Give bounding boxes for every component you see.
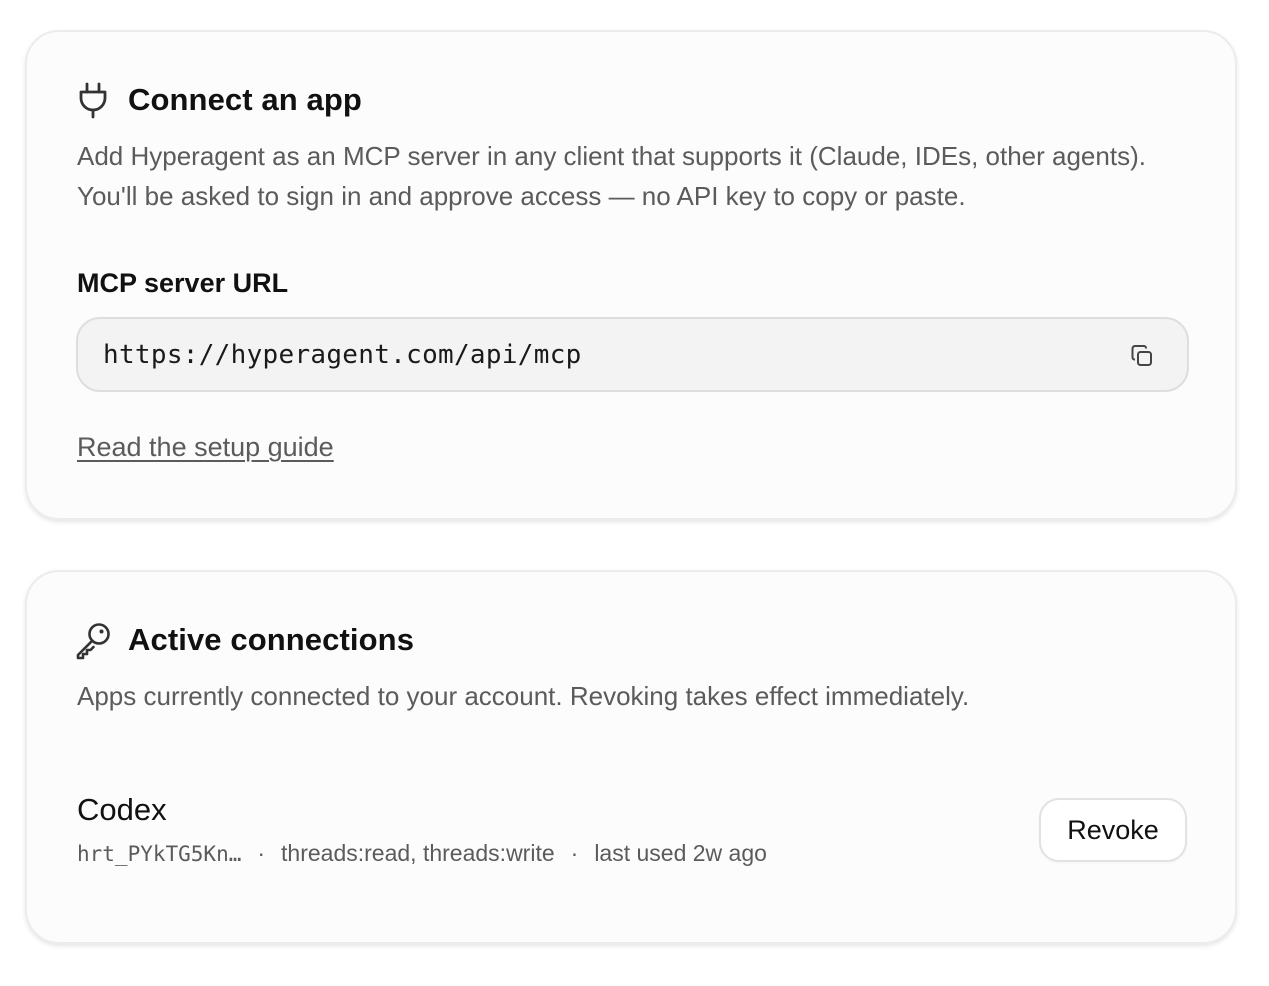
mcp-url-value[interactable]: https://hyperagent.com/api/mcp (103, 340, 582, 370)
mcp-url-field[interactable]: https://hyperagent.com/api/mcp (76, 317, 1189, 392)
connection-name: Codex (77, 792, 167, 827)
setup-guide-link[interactable]: Read the setup guide (77, 432, 334, 463)
revoke-button[interactable]: Revoke (1039, 798, 1187, 862)
connection-token: hrt_PYkTG5Kn… (77, 841, 242, 866)
key-icon (73, 620, 113, 660)
connect-app-title: Connect an app (128, 82, 362, 117)
mcp-url-label: MCP server URL (77, 268, 289, 298)
meta-separator: · (570, 840, 579, 866)
active-connections-header: Active connections (76, 620, 415, 660)
active-connections-description: Apps currently connected to your account… (77, 681, 970, 711)
connect-app-description: Add Hyperagent as an MCP server in any c… (77, 141, 1146, 211)
meta-separator: · (257, 840, 266, 866)
active-connections-card: Active connections Apps currently connec… (25, 570, 1237, 944)
connect-app-card: Connect an app Add Hyperagent as an MCP … (25, 30, 1237, 520)
connection-meta: hrt_PYkTG5Kn… · threads:read, threads:wr… (77, 840, 767, 867)
connect-app-header: Connect an app (77, 80, 362, 120)
plug-icon (73, 80, 113, 120)
connection-scopes: threads:read, threads:write (281, 840, 555, 866)
connection-last-used: last used 2w ago (594, 840, 767, 866)
active-connections-title: Active connections (128, 622, 415, 657)
copy-icon[interactable] (1127, 341, 1157, 371)
